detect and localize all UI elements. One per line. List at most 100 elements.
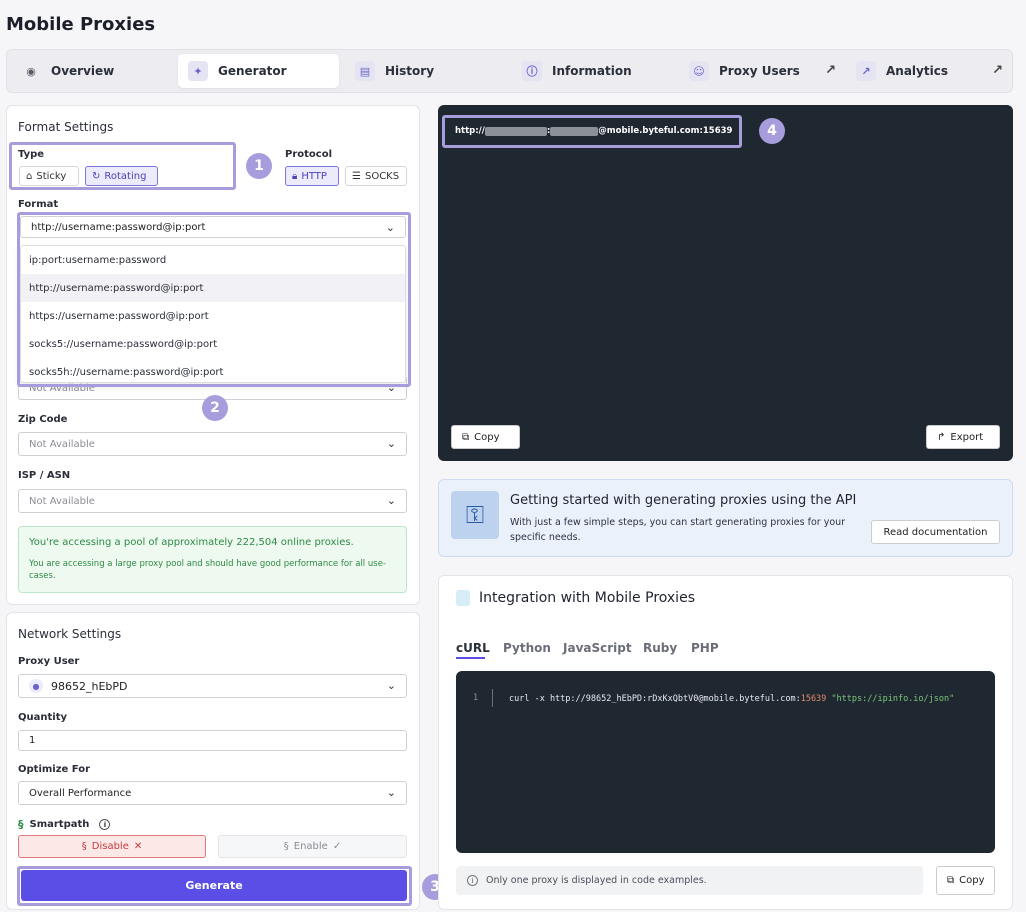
tab-python[interactable]: Python xyxy=(503,641,551,655)
tab-label: Proxy Users xyxy=(719,64,800,78)
tab-label: Analytics xyxy=(886,64,948,78)
optimize-value: Overall Performance xyxy=(29,787,132,799)
output-panel xyxy=(438,105,1013,461)
pool-info-box: You're accessing a pool of approximately… xyxy=(18,526,407,593)
copy-output-button[interactable]: ⧉ Copy xyxy=(451,425,520,449)
nav-bar: ◉ Overview ✦ Generator ▤ History ⓘ Infor… xyxy=(6,49,1013,93)
proxy-user-select[interactable]: ● 98652_hEbPD ⌄ xyxy=(18,674,407,698)
tab-analytics[interactable]: ↗ Analytics ↗ xyxy=(846,54,1011,88)
eye-icon: ◉ xyxy=(26,64,36,78)
code-cmd: curl -x http://98652_hEbPD:rDxKxQbtV0@mo… xyxy=(509,694,801,704)
server-icon: ☰ xyxy=(352,170,361,182)
mobile-icon xyxy=(456,590,470,606)
isp-select[interactable]: Not Available ⌄ xyxy=(18,489,407,513)
highlight-output xyxy=(442,115,742,148)
step-marker-1: 1 xyxy=(246,153,272,179)
socks-label: SOCKS xyxy=(364,170,400,182)
zip-label: Zip Code xyxy=(18,414,68,425)
tab-proxy-users[interactable]: ☺ Proxy Users ↗ xyxy=(679,54,844,88)
http-button[interactable]: 🔒︎ HTTP xyxy=(285,166,339,186)
pool-title: You're accessing a pool of approximately… xyxy=(29,537,354,548)
http-label: HTTP xyxy=(301,170,327,182)
proxy-user-label: Proxy User xyxy=(18,656,80,667)
chart-icon: ↗ xyxy=(856,61,876,81)
close-icon: ✕ xyxy=(133,841,143,852)
zip-value: Not Available xyxy=(29,438,95,450)
highlight-format xyxy=(17,212,411,387)
copy-code-button[interactable]: ⧉ Copy xyxy=(936,866,995,895)
tab-overview[interactable]: ◉ Overview xyxy=(11,54,176,88)
export-icon: ↱ xyxy=(937,431,946,443)
tab-javascript[interactable]: JavaScript xyxy=(563,641,632,655)
user-icon: ● xyxy=(29,679,43,693)
step-marker-4: 4 xyxy=(759,118,785,144)
copy-label: Copy xyxy=(959,875,985,886)
copy-label: Copy xyxy=(474,431,500,443)
tab-information[interactable]: ⓘ Information xyxy=(512,54,677,88)
tab-curl[interactable]: cURL xyxy=(456,641,490,655)
enable-label: Enable xyxy=(293,841,328,852)
highlight-generate xyxy=(17,866,412,906)
note-box: i Only one proxy is displayed in code ex… xyxy=(456,866,923,895)
tab-label: Information xyxy=(552,64,632,78)
step-marker-2: 2 xyxy=(202,395,228,421)
protocol-label: Protocol xyxy=(285,149,333,160)
optimize-select[interactable]: Overall Performance ⌄ xyxy=(18,781,407,805)
check-icon: ✓ xyxy=(332,841,342,852)
external-link-icon: ↗ xyxy=(992,63,1003,78)
quantity-value: 1 xyxy=(29,735,36,746)
highlight-type xyxy=(9,142,236,190)
tab-history[interactable]: ▤ History xyxy=(345,54,510,88)
info-icon[interactable]: i xyxy=(99,819,111,830)
smartpath-label: Smartpath xyxy=(29,819,90,830)
chevron-down-icon: ⌄ xyxy=(386,786,396,799)
zip-select[interactable]: Not Available ⌄ xyxy=(18,432,407,456)
gutter-divider xyxy=(492,689,493,707)
optimize-label: Optimize For xyxy=(18,764,91,775)
tab-generator[interactable]: ✦ Generator xyxy=(178,54,339,88)
enable-button[interactable]: § Enable ✓ xyxy=(218,835,407,858)
quantity-label: Quantity xyxy=(18,712,67,723)
info-icon: i xyxy=(467,875,478,886)
document-icon: ▤ xyxy=(355,61,375,81)
copy-icon: ⧉ xyxy=(462,431,470,443)
tab-label: Generator xyxy=(218,64,287,78)
format-label: Format xyxy=(18,199,59,210)
api-banner-text: With just a few simple steps, you can st… xyxy=(510,517,846,543)
tab-label: History xyxy=(385,64,435,78)
tab-php[interactable]: PHP xyxy=(691,641,719,655)
socks-button[interactable]: ☰ SOCKS xyxy=(345,166,407,186)
export-button[interactable]: ↱ Export xyxy=(926,425,1000,449)
isp-label: ISP / ASN xyxy=(18,470,71,481)
code-port: 15639 xyxy=(800,694,827,704)
api-banner-title: Getting started with generating proxies … xyxy=(510,493,857,508)
export-label: Export xyxy=(950,431,984,443)
tab-ruby[interactable]: Ruby xyxy=(643,641,677,655)
puzzle-icon: ✦ xyxy=(188,61,208,81)
smartpath-row: § Smartpath i xyxy=(18,818,111,831)
code-url: "https://ipinfo.io/json" xyxy=(831,694,955,704)
disable-button[interactable]: § Disable ✕ xyxy=(18,835,206,858)
smartpath-icon: § xyxy=(283,841,289,852)
active-tab-underline xyxy=(456,657,485,659)
line-number: 1 xyxy=(473,693,479,703)
integration-title: Integration with Mobile Proxies xyxy=(479,590,695,606)
quantity-input[interactable]: 1 xyxy=(18,730,407,751)
proxy-user-value: 98652_hEbPD xyxy=(51,679,128,693)
chevron-down-icon: ⌄ xyxy=(386,437,396,450)
info-icon: ⓘ xyxy=(522,61,542,81)
smartpath-icon: § xyxy=(81,841,87,852)
chevron-down-icon: ⌄ xyxy=(386,494,396,507)
disable-label: Disable xyxy=(91,841,129,852)
isp-value: Not Available xyxy=(29,495,95,507)
chevron-down-icon: ⌄ xyxy=(386,679,396,692)
copy-icon: ⧉ xyxy=(947,875,955,886)
format-settings-title: Format Settings xyxy=(18,120,114,134)
note-text: Only one proxy is displayed in code exam… xyxy=(486,875,707,886)
page-title: Mobile Proxies xyxy=(6,14,156,35)
external-link-icon: ↗ xyxy=(825,63,836,78)
code-line: curl -x http://98652_hEbPD:rDxKxQbtV0@mo… xyxy=(509,694,954,704)
read-docs-button[interactable]: Read documentation xyxy=(871,520,1000,544)
tab-label: Overview xyxy=(51,64,115,78)
key-icon: ⚿ xyxy=(451,491,499,539)
